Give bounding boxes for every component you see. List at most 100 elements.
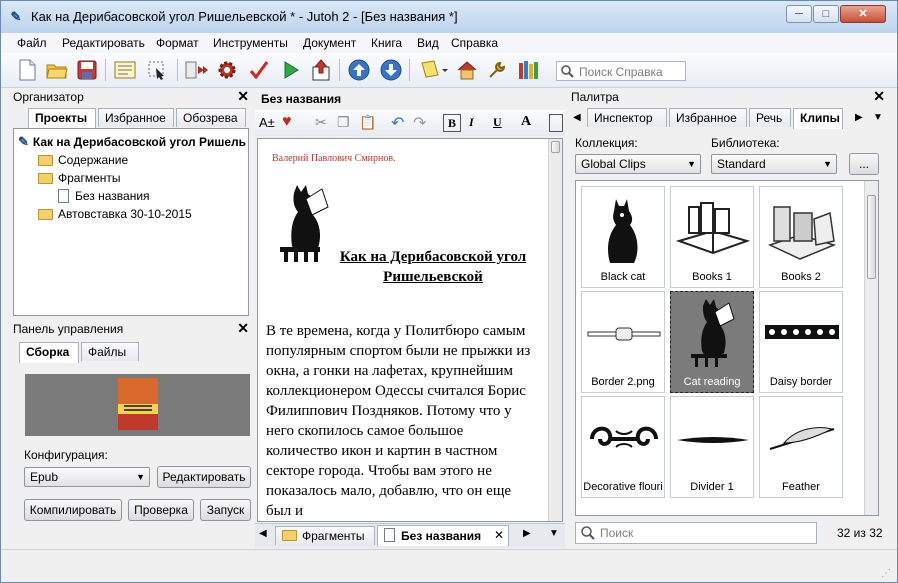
tab-projects[interactable]: Проекты bbox=[28, 108, 96, 129]
organizer-close-icon[interactable]: ✕ bbox=[237, 88, 249, 105]
save-icon[interactable] bbox=[75, 58, 99, 82]
paste-icon[interactable]: 📋 bbox=[359, 114, 376, 131]
clip-books-1[interactable]: Books 1 bbox=[670, 186, 754, 288]
export-icon[interactable] bbox=[309, 58, 333, 82]
editor-scroll-thumb[interactable] bbox=[551, 141, 560, 153]
editor-tab-untitled[interactable]: Без названия ✕ bbox=[377, 525, 509, 546]
run-icon[interactable] bbox=[279, 58, 303, 82]
bold-icon[interactable]: B bbox=[443, 114, 461, 132]
clips-scrollbar[interactable] bbox=[864, 181, 878, 515]
close-tab-icon[interactable]: ✕ bbox=[494, 528, 504, 542]
notes-dropdown-icon[interactable] bbox=[419, 58, 449, 82]
menu-tools[interactable]: Инструменты bbox=[213, 36, 288, 50]
arrow-up-icon[interactable] bbox=[347, 58, 371, 82]
tab-scroll-right-icon[interactable]: ▶ bbox=[523, 528, 531, 539]
collection-select[interactable]: Global Clips ▼ bbox=[575, 154, 701, 174]
redo-icon[interactable]: ↷ bbox=[413, 113, 426, 133]
new-file-icon[interactable] bbox=[15, 58, 39, 82]
folder-icon bbox=[38, 172, 53, 184]
tab-speech[interactable]: Речь bbox=[749, 108, 791, 127]
menu-view[interactable]: Вид bbox=[417, 36, 439, 50]
underline-icon[interactable]: U bbox=[493, 115, 502, 130]
home-icon[interactable] bbox=[455, 58, 479, 82]
clip-border-2[interactable]: Border 2.png bbox=[581, 291, 665, 393]
italic-icon[interactable]: I bbox=[469, 115, 474, 130]
tab-inspector[interactable]: Инспектор bbox=[587, 108, 667, 127]
library-books-icon[interactable] bbox=[517, 58, 541, 82]
clip-divider-1[interactable]: Divider 1 bbox=[670, 396, 754, 498]
menu-file[interactable]: Файл bbox=[17, 36, 47, 50]
text-color-icon[interactable]: A bbox=[521, 114, 531, 130]
open-folder-icon[interactable] bbox=[45, 58, 69, 82]
heart-icon[interactable]: ♥ bbox=[282, 113, 292, 131]
tabs-scroll-right-icon[interactable]: ▶ bbox=[855, 112, 863, 123]
editor-tab-fragments[interactable]: Фрагменты bbox=[275, 526, 375, 545]
cover-preview bbox=[25, 374, 250, 436]
clip-label: Cat reading bbox=[683, 376, 741, 388]
clip-decorative-flourish[interactable]: Decorative flouri bbox=[581, 396, 665, 498]
clip-feather[interactable]: Feather bbox=[759, 396, 843, 498]
tab-list-icon[interactable]: ▼ bbox=[549, 528, 559, 539]
tree-item-contents[interactable]: Содержание bbox=[38, 151, 128, 169]
tree-item-fragments[interactable]: Фрагменты bbox=[38, 169, 121, 187]
editor-document[interactable]: Валерий Павлович Смирнов. Как на Дерибас… bbox=[257, 138, 563, 522]
menu-book[interactable]: Книга bbox=[371, 36, 402, 50]
font-size-icon[interactable]: A± bbox=[259, 115, 275, 130]
arrow-down-icon[interactable] bbox=[379, 58, 403, 82]
tab-scroll-left-icon[interactable]: ◀ bbox=[259, 528, 267, 539]
menu-document[interactable]: Документ bbox=[303, 36, 356, 50]
library-select[interactable]: Standard ▼ bbox=[711, 154, 837, 174]
cut-icon[interactable]: ✂ bbox=[315, 114, 327, 131]
align-icon[interactable] bbox=[549, 114, 563, 132]
compile-book-icon[interactable] bbox=[185, 58, 209, 82]
tree-item-untitled[interactable]: Без названия bbox=[58, 187, 150, 205]
clip-books-2[interactable]: Books 2 bbox=[759, 186, 843, 288]
check-button[interactable]: Проверка bbox=[128, 499, 194, 521]
chevron-down-icon: ▼ bbox=[136, 472, 145, 482]
menu-help[interactable]: Справка bbox=[451, 36, 498, 50]
status-bar: ⋰ bbox=[1, 549, 897, 582]
tabs-scroll-left-icon[interactable]: ◀ bbox=[573, 112, 581, 123]
clips-search-input[interactable]: Поиск bbox=[575, 522, 817, 544]
copy-icon[interactable]: ❐ bbox=[337, 114, 350, 131]
undo-icon[interactable]: ↶ bbox=[391, 113, 404, 133]
tab-palette-favorites[interactable]: Избранное bbox=[669, 108, 747, 127]
tree-root[interactable]: ✎ Как на Дерибасовской угол Ришель bbox=[18, 133, 246, 151]
tab-favorites[interactable]: Избранное bbox=[98, 108, 174, 127]
close-button[interactable]: ✕ bbox=[840, 5, 886, 23]
settings-gear-icon[interactable] bbox=[215, 58, 239, 82]
organizer-header: Организатор ✕ bbox=[11, 88, 251, 106]
config-select[interactable]: Epub ▼ bbox=[24, 467, 150, 487]
menu-format[interactable]: Формат bbox=[156, 36, 199, 50]
menu-edit[interactable]: Редактировать bbox=[62, 36, 145, 50]
clip-black-cat[interactable]: Black cat bbox=[581, 186, 665, 288]
resize-grip-icon[interactable]: ⋰ bbox=[881, 568, 891, 579]
run-button[interactable]: Запуск bbox=[200, 499, 251, 521]
cat-reading-image bbox=[280, 185, 329, 262]
tree-item-autoinsert[interactable]: Автовставка 30-10-2015 bbox=[38, 205, 192, 223]
edit-config-button[interactable]: Редактировать bbox=[157, 466, 251, 488]
clips-scroll-thumb[interactable] bbox=[867, 195, 876, 279]
tab-browser[interactable]: Обозрева bbox=[176, 108, 246, 127]
wrench-icon[interactable] bbox=[485, 58, 509, 82]
tab-build[interactable]: Сборка bbox=[19, 342, 79, 363]
maximize-button[interactable]: □ bbox=[813, 5, 839, 23]
tab-files[interactable]: Файлы bbox=[81, 342, 139, 361]
properties-icon[interactable] bbox=[113, 58, 137, 82]
clip-cat-reading[interactable]: Cat reading bbox=[670, 291, 754, 393]
help-search-input[interactable]: Поиск Справка bbox=[556, 61, 686, 81]
collection-label: Коллекция: bbox=[575, 136, 638, 150]
minimize-button[interactable]: ─ bbox=[786, 5, 812, 23]
tab-clips[interactable]: Клипы bbox=[793, 108, 843, 129]
tabs-list-icon[interactable]: ▼ bbox=[873, 112, 883, 123]
library-more-button[interactable]: ... bbox=[849, 153, 879, 175]
compile-button[interactable]: Компилировать bbox=[24, 499, 122, 521]
feather-image bbox=[769, 427, 835, 450]
control-panel-close-icon[interactable]: ✕ bbox=[237, 320, 249, 337]
select-tool-icon[interactable] bbox=[145, 58, 169, 82]
check-icon[interactable] bbox=[247, 58, 271, 82]
editor-scrollbar[interactable] bbox=[548, 139, 562, 521]
clip-daisy-border[interactable]: Daisy border bbox=[759, 291, 843, 393]
control-panel: Панель управления ✕ Сборка Файлы Конфигу… bbox=[11, 320, 251, 548]
palette-close-icon[interactable]: ✕ bbox=[873, 88, 885, 105]
